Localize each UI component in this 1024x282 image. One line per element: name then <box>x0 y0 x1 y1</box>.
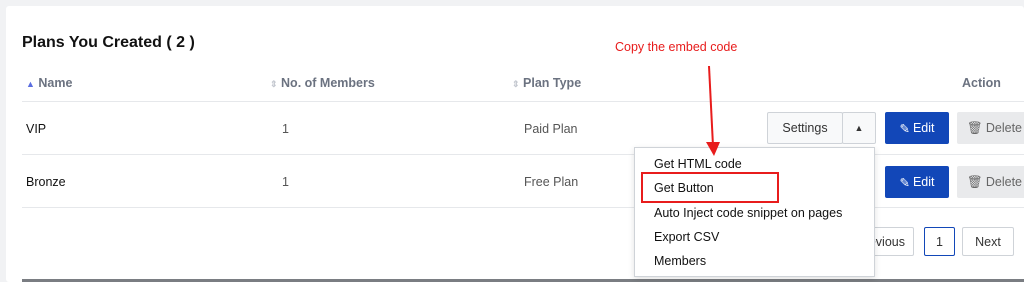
menu-item-members[interactable]: Members <box>654 254 706 268</box>
trash-icon: 🗑 <box>967 120 983 135</box>
settings-button[interactable]: Settings <box>767 112 843 144</box>
sort-icon: ⇕ <box>512 79 520 89</box>
menu-item-auto-inject[interactable]: Auto Inject code snippet on pages <box>654 206 842 220</box>
edit-button[interactable]: ✎ Edit <box>885 166 949 198</box>
edit-icon: ✎ <box>899 175 910 190</box>
column-header-members[interactable]: ⇕ No. of Members <box>270 76 375 90</box>
plan-type: Paid Plan <box>524 122 578 136</box>
pagination-page[interactable]: 1 <box>924 227 955 256</box>
member-count: 1 <box>282 122 289 136</box>
column-header-plan-type[interactable]: ⇕ Plan Type <box>512 76 581 90</box>
pagination-next[interactable]: Next <box>962 227 1014 256</box>
member-count: 1 <box>282 175 289 189</box>
sort-asc-icon: ▲ <box>26 79 35 89</box>
menu-item-get-html-code[interactable]: Get HTML code <box>654 157 742 171</box>
settings-dropdown-menu: Get HTML code Get Button Auto Inject cod… <box>634 147 875 277</box>
trash-icon: 🗑 <box>967 174 983 189</box>
column-header-name[interactable]: ▲ Name <box>26 76 72 90</box>
highlight-box <box>641 172 779 203</box>
annotation-label: Copy the embed code <box>615 40 738 54</box>
delete-button[interactable]: 🗑 Delete <box>957 112 1024 144</box>
column-header-action: Action <box>962 76 1001 90</box>
caret-up-icon: ▲ <box>854 123 864 133</box>
edit-icon: ✎ <box>899 121 910 136</box>
settings-dropdown-toggle[interactable]: ▲ <box>842 112 876 144</box>
menu-item-export-csv[interactable]: Export CSV <box>654 230 719 244</box>
edit-button[interactable]: ✎ Edit <box>885 112 949 144</box>
plan-name: Bronze <box>26 175 66 189</box>
header-divider <box>22 101 1024 102</box>
delete-button[interactable]: 🗑 Delete <box>957 166 1024 198</box>
page-title: Plans You Created ( 2 ) <box>22 34 195 51</box>
plan-type: Free Plan <box>524 175 579 189</box>
sort-icon: ⇕ <box>270 79 278 89</box>
plan-name: VIP <box>26 122 47 136</box>
